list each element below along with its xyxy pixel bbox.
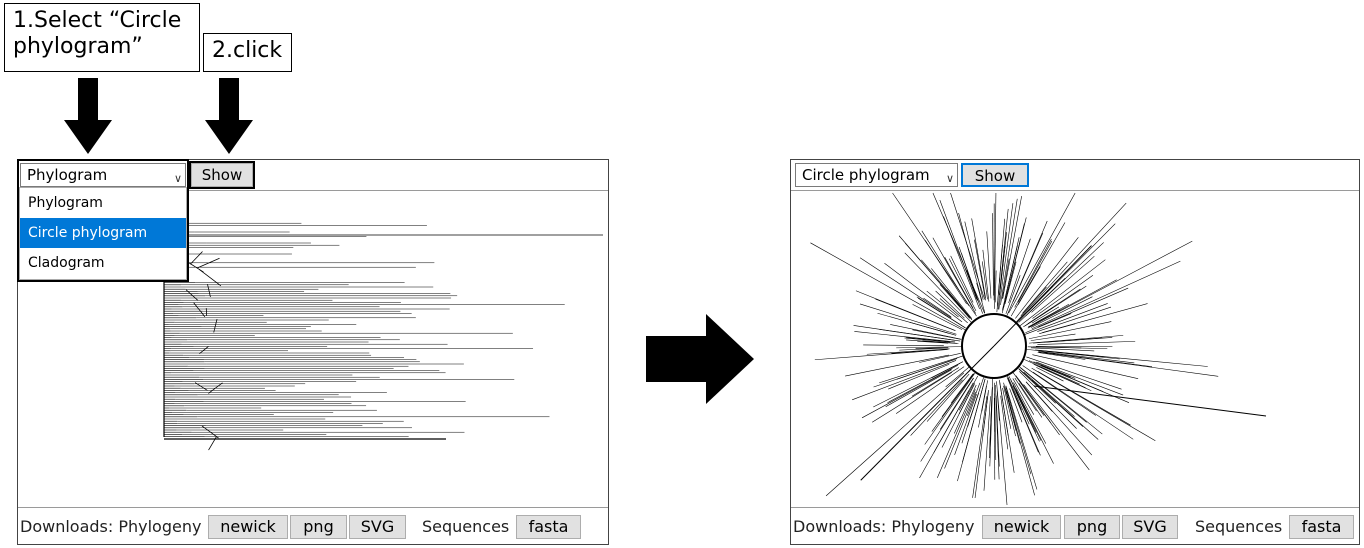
newick-button[interactable]: newick xyxy=(208,515,288,539)
show-button[interactable]: Show xyxy=(191,163,253,187)
fasta-button[interactable]: fasta xyxy=(516,515,581,539)
downloads-bar: Downloads: Phylogeny newick png SVG Sequ… xyxy=(18,512,608,542)
downloads-label: Downloads: Phylogeny xyxy=(793,517,975,536)
png-button[interactable]: png xyxy=(290,515,347,539)
step1-callout-text: 1.Select “Circle phylogram” xyxy=(13,8,182,59)
tree-type-dropdown: Phylogram Circle phylogram Cladogram xyxy=(19,187,187,280)
svg-button[interactable]: SVG xyxy=(349,515,406,539)
down-arrow-icon xyxy=(64,78,112,154)
chevron-down-icon: ∨ xyxy=(945,172,954,185)
phylogeny-panel-after: Circle phylogram ∨ Show Downloads: Phylo… xyxy=(790,159,1360,545)
tree-type-select-value: Circle phylogram xyxy=(802,166,930,184)
dropdown-option-phylogram[interactable]: Phylogram xyxy=(20,188,186,218)
view-toolbar: Circle phylogram ∨ Show xyxy=(791,160,1359,190)
right-arrow-icon xyxy=(646,314,754,404)
phylogeny-panel-before: Phylogram ∨ Show Phylogram Circle phylog… xyxy=(17,159,609,545)
tree-type-select-value: Phylogram xyxy=(27,166,108,184)
show-button[interactable]: Show xyxy=(961,163,1029,187)
downloads-label: Downloads: Phylogeny xyxy=(20,517,202,536)
newick-button[interactable]: newick xyxy=(982,515,1061,539)
circle-phylogram-plot xyxy=(791,190,1359,508)
sequences-label: Sequences xyxy=(422,517,510,536)
down-arrow-icon xyxy=(205,78,253,154)
downloads-bar: Downloads: Phylogeny newick png SVG Sequ… xyxy=(791,512,1359,542)
fasta-button[interactable]: fasta xyxy=(1289,515,1354,539)
tree-type-select[interactable]: Circle phylogram ∨ xyxy=(795,163,958,187)
svg-button[interactable]: SVG xyxy=(1122,515,1178,539)
dropdown-option-circle-phylogram[interactable]: Circle phylogram xyxy=(20,218,186,248)
step2-callout-text: 2.click xyxy=(212,38,283,63)
sequences-label: Sequences xyxy=(1195,517,1283,536)
circle-phylogram-tree xyxy=(810,192,1267,506)
png-button[interactable]: png xyxy=(1064,515,1120,539)
step1-callout: 1.Select “Circle phylogram” xyxy=(4,3,200,72)
dropdown-option-cladogram[interactable]: Cladogram xyxy=(20,248,186,278)
view-toolbar: Phylogram ∨ Show xyxy=(18,160,608,190)
tree-type-select[interactable]: Phylogram ∨ xyxy=(20,163,186,187)
step2-callout: 2.click xyxy=(203,33,292,72)
